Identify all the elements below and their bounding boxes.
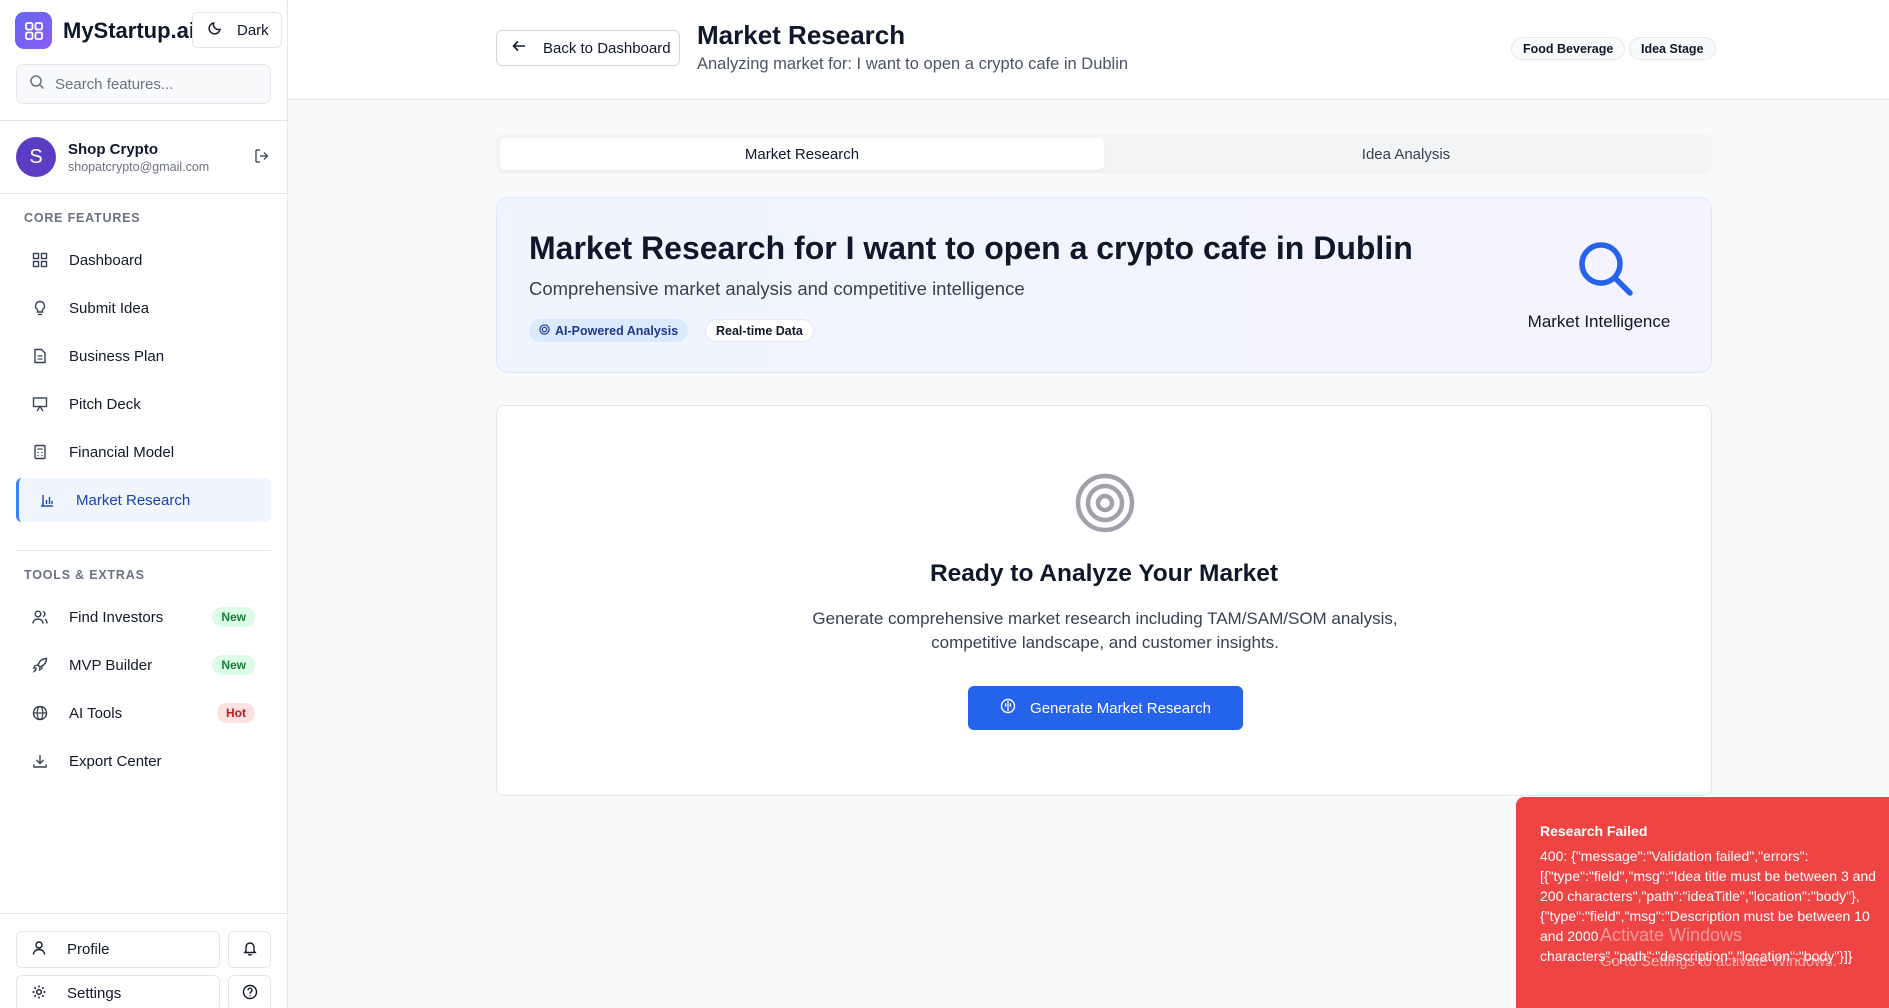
bell-icon xyxy=(242,940,258,960)
toast-message: 400: {"message":"Validation failed","err… xyxy=(1540,848,1876,964)
divider xyxy=(16,550,271,551)
document-icon xyxy=(31,347,49,365)
settings-button[interactable]: Settings xyxy=(16,975,220,1008)
generate-market-research-button[interactable]: Generate Market Research xyxy=(968,686,1243,730)
calculator-icon xyxy=(31,443,49,461)
brand-logo-icon xyxy=(15,12,52,49)
target-icon xyxy=(1075,473,1135,538)
market-intelligence-label: Market Intelligence xyxy=(1527,312,1671,331)
brand-name: MyStartup.ai xyxy=(63,17,196,43)
download-icon xyxy=(31,752,49,770)
tab-list: Market Research Idea Analysis xyxy=(496,134,1712,174)
theme-toggle-label: Dark xyxy=(237,21,269,39)
section-label-core: CORE FEATURES xyxy=(24,211,141,225)
hero-subtitle: Comprehensive market analysis and compet… xyxy=(529,278,1025,299)
sidebar-item-pitch-deck[interactable]: Pitch Deck xyxy=(16,382,271,426)
bar-chart-icon xyxy=(38,491,56,509)
toast-title: Research Failed xyxy=(1540,823,1648,839)
empty-state-description: Generate comprehensive market research i… xyxy=(812,609,1398,652)
industry-badge: Food Beverage xyxy=(1511,37,1626,60)
new-badge: New xyxy=(212,607,255,627)
empty-state-title: Ready to Analyze Your Market xyxy=(929,560,1279,587)
users-icon xyxy=(31,608,49,626)
error-toast[interactable]: Research Failed 400: {"message":"Validat… xyxy=(1516,797,1889,1008)
divider xyxy=(0,120,288,121)
sidebar-item-label: Business Plan xyxy=(69,347,165,365)
logout-icon[interactable] xyxy=(253,147,271,170)
brain-icon xyxy=(1000,698,1016,718)
sidebar: MyStartup.ai Dark S Shop Crypto shopatcr… xyxy=(0,0,288,1008)
sidebar-item-label: AI Tools xyxy=(69,704,123,722)
generate-label: Generate Market Research xyxy=(1030,699,1211,717)
user-icon xyxy=(31,940,47,960)
sidebar-item-label: Market Research xyxy=(76,491,191,509)
tab-idea-analysis[interactable]: Idea Analysis xyxy=(1104,138,1708,170)
sidebar-item-find-investors[interactable]: Find Investors New xyxy=(16,595,271,639)
empty-state-card: Ready to Analyze Your Market Generate co… xyxy=(496,405,1712,796)
user-name: Shop Crypto xyxy=(68,140,158,158)
profile-button[interactable]: Profile xyxy=(16,931,220,968)
theme-toggle-button[interactable]: Dark xyxy=(192,12,282,48)
avatar[interactable]: S xyxy=(16,137,56,177)
sidebar-item-financial-model[interactable]: Financial Model xyxy=(16,430,271,474)
stage-badge: Idea Stage xyxy=(1629,37,1716,60)
user-email: shopatcrypto@gmail.com xyxy=(68,159,210,174)
sidebar-item-label: Find Investors xyxy=(69,608,164,626)
grid-icon xyxy=(31,251,49,269)
ai-powered-label: AI-Powered Analysis xyxy=(555,323,679,338)
section-label-tools: TOOLS & EXTRAS xyxy=(24,568,145,582)
sidebar-item-label: Dashboard xyxy=(69,251,143,269)
hero-card: Market Research for I want to open a cry… xyxy=(496,197,1712,373)
page-title: Market Research xyxy=(697,20,906,50)
ai-powered-badge: AI-Powered Analysis xyxy=(529,319,689,342)
search-input[interactable] xyxy=(55,75,255,93)
new-badge: New xyxy=(212,655,255,675)
sidebar-item-export-center[interactable]: Export Center xyxy=(16,739,271,783)
divider xyxy=(0,913,288,914)
sidebar-item-submit-idea[interactable]: Submit Idea xyxy=(16,286,271,330)
sidebar-item-dashboard[interactable]: Dashboard xyxy=(16,238,271,282)
hero-title: Market Research for I want to open a cry… xyxy=(529,230,1413,266)
user-card: S Shop Crypto shopatcrypto@gmail.com xyxy=(16,137,271,177)
settings-label: Settings xyxy=(67,985,122,1002)
sidebar-item-mvp-builder[interactable]: MVP Builder New xyxy=(16,643,271,687)
rocket-icon xyxy=(31,656,49,674)
divider xyxy=(0,193,288,194)
realtime-badge: Real-time Data xyxy=(705,319,814,342)
globe-icon xyxy=(31,704,49,722)
page-header: Back to Dashboard Market Research Analyz… xyxy=(288,0,1889,100)
sidebar-item-ai-tools[interactable]: AI Tools Hot xyxy=(16,691,271,735)
sidebar-item-business-plan[interactable]: Business Plan xyxy=(16,334,271,378)
back-to-dashboard-button[interactable]: Back to Dashboard xyxy=(496,30,680,66)
arrow-left-icon xyxy=(511,38,527,58)
profile-label: Profile xyxy=(67,941,110,958)
search-icon xyxy=(29,74,45,95)
search-box[interactable] xyxy=(16,64,271,104)
tab-market-research[interactable]: Market Research xyxy=(500,138,1104,170)
sidebar-item-label: Pitch Deck xyxy=(69,395,141,413)
back-label: Back to Dashboard xyxy=(543,39,671,57)
presentation-icon xyxy=(31,395,49,413)
sidebar-item-label: Financial Model xyxy=(69,443,175,461)
notifications-button[interactable] xyxy=(228,931,271,968)
help-button[interactable] xyxy=(228,975,271,1008)
sidebar-item-market-research[interactable]: Market Research xyxy=(16,478,271,522)
magnifier-icon xyxy=(1577,240,1635,303)
brand[interactable]: MyStartup.ai xyxy=(15,12,195,49)
gear-icon xyxy=(31,984,47,1004)
help-icon xyxy=(242,984,258,1004)
os-watermark-title: Activate Windows xyxy=(1600,925,1743,945)
os-watermark-subtitle: Go to Settings to activate Windows. xyxy=(1600,953,1837,970)
sidebar-item-label: MVP Builder xyxy=(69,656,153,674)
page-subtitle: Analyzing market for: I want to open a c… xyxy=(697,55,1129,73)
moon-icon xyxy=(207,20,223,40)
lightbulb-icon xyxy=(31,299,49,317)
sidebar-item-label: Submit Idea xyxy=(69,299,150,317)
hot-badge: Hot xyxy=(217,703,255,723)
target-small-icon xyxy=(539,323,550,338)
sidebar-item-label: Export Center xyxy=(69,752,162,770)
